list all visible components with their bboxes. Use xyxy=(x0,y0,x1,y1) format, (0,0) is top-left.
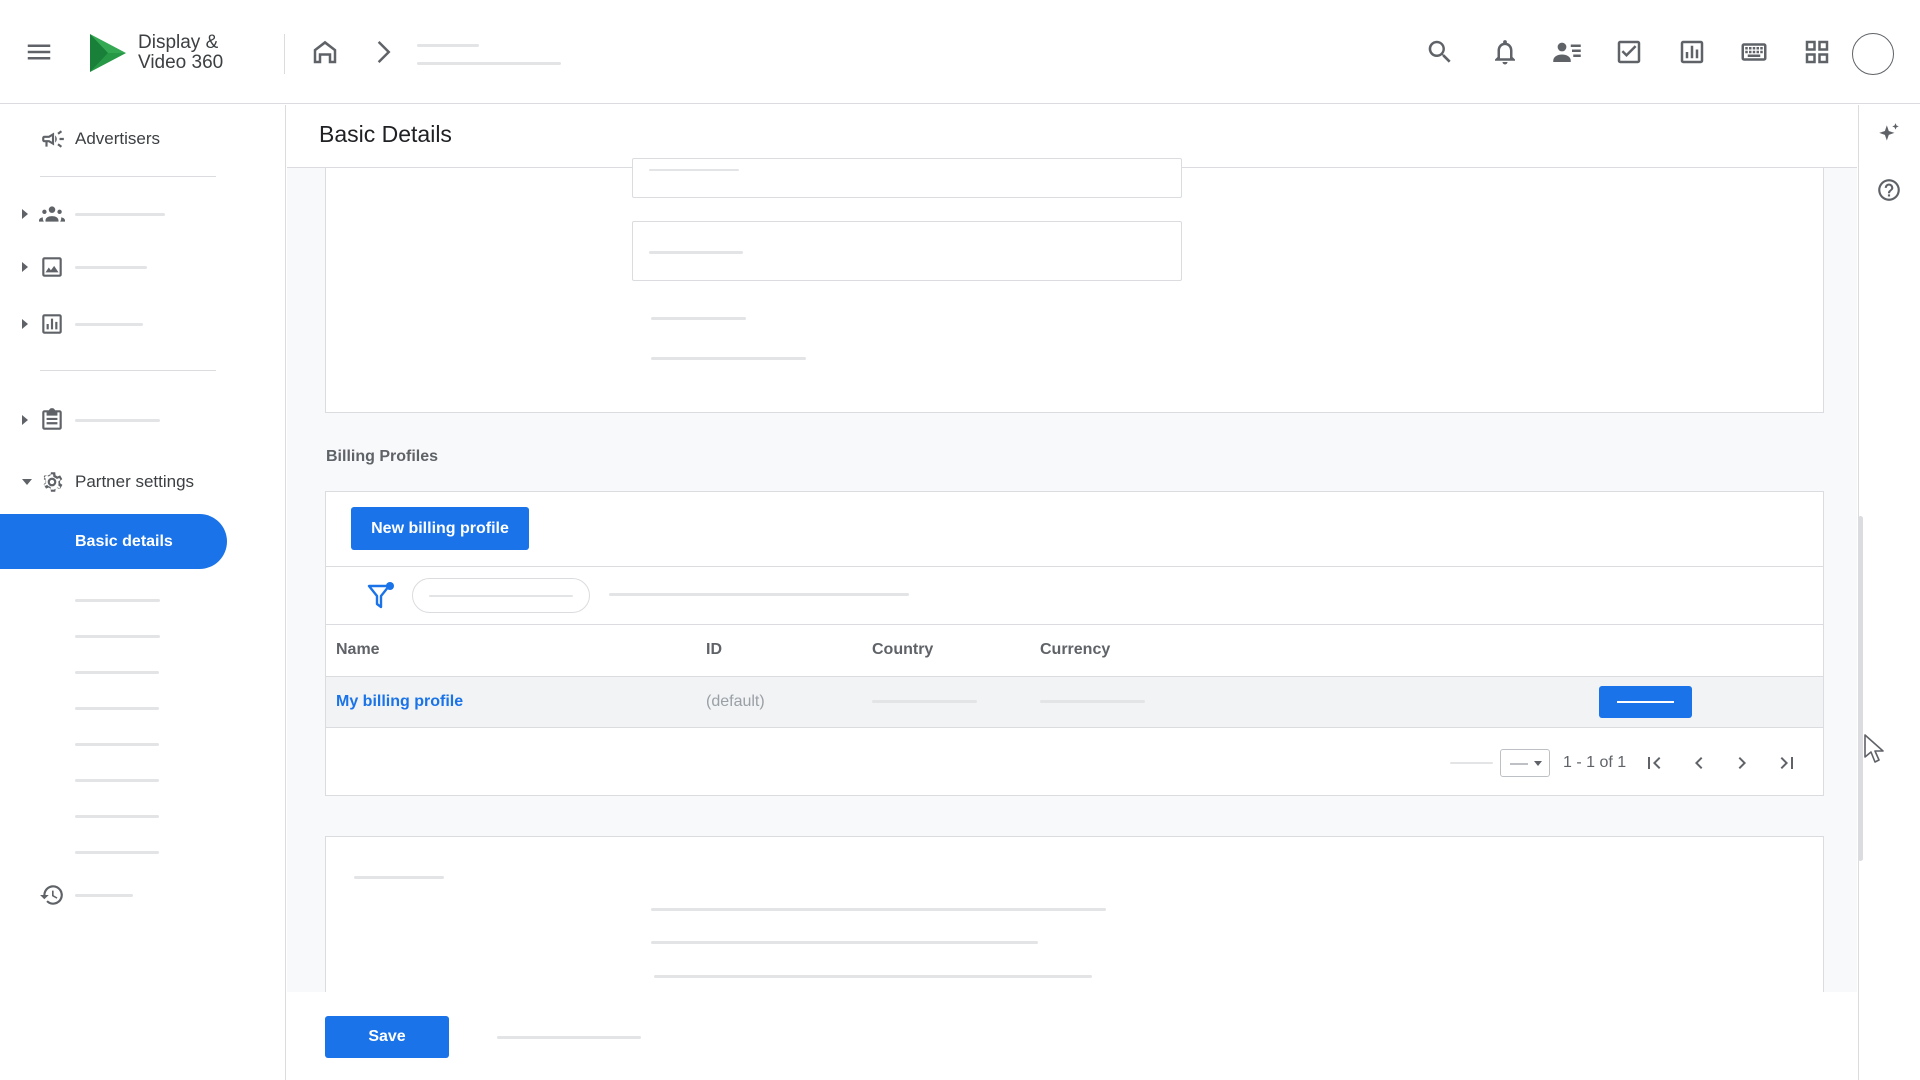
field-value xyxy=(651,357,806,360)
checklist-icon[interactable] xyxy=(1609,32,1649,72)
additional-details-card xyxy=(325,836,1824,996)
card-divider xyxy=(326,566,1823,567)
sidebar-item-label xyxy=(75,894,133,897)
rows-per-page-select[interactable] xyxy=(1500,749,1550,777)
sidebar-subitem[interactable] xyxy=(0,621,286,651)
save-button[interactable]: Save xyxy=(325,1016,449,1058)
sidebar-item-label: Basic details xyxy=(75,532,173,550)
gear-icon xyxy=(39,469,65,495)
sidebar-subitem[interactable] xyxy=(0,837,286,867)
brand-line-1: Display & xyxy=(138,32,219,53)
dv360-logo-icon[interactable] xyxy=(86,32,130,74)
country-value xyxy=(872,700,977,703)
filter-icon[interactable] xyxy=(366,580,396,612)
page-title: Basic Details xyxy=(319,121,452,147)
filter-text xyxy=(609,593,909,596)
sidebar-item-basic-details[interactable]: Basic details xyxy=(0,514,227,569)
last-page-icon[interactable] xyxy=(1773,749,1801,777)
field-value xyxy=(651,908,1106,911)
top-app-bar: Display & Video 360 xyxy=(0,0,1920,104)
collapse-arrow-icon xyxy=(22,479,32,485)
search-icon[interactable] xyxy=(1420,32,1460,72)
filter-chip[interactable] xyxy=(412,578,590,613)
column-header-name[interactable]: Name xyxy=(336,641,380,659)
next-page-icon[interactable] xyxy=(1728,749,1756,777)
history-icon xyxy=(39,882,65,908)
sidebar-subitem[interactable] xyxy=(0,801,286,831)
section-label xyxy=(354,876,444,879)
mouse-cursor-icon xyxy=(1862,733,1892,765)
sidebar-item-groups[interactable] xyxy=(0,194,286,234)
column-header-id[interactable]: ID xyxy=(706,641,722,659)
chevron-right-icon xyxy=(362,32,402,72)
field-value xyxy=(651,317,746,320)
sidebar-divider xyxy=(40,176,216,177)
sidebar-item-label xyxy=(75,323,143,326)
column-header-country[interactable]: Country xyxy=(872,641,933,659)
expand-arrow-icon xyxy=(22,262,28,272)
expand-arrow-icon xyxy=(22,415,28,425)
sidebar-item-reports[interactable] xyxy=(0,304,286,344)
footer-bar xyxy=(287,992,1857,1080)
menu-icon[interactable] xyxy=(19,32,59,72)
help-icon[interactable] xyxy=(1876,177,1904,205)
rows-per-page-label xyxy=(1450,762,1493,764)
footer-note xyxy=(497,1036,641,1039)
field-value xyxy=(651,941,1038,944)
details-card xyxy=(325,158,1824,413)
avatar[interactable] xyxy=(1852,33,1894,75)
home-icon[interactable] xyxy=(305,32,345,72)
megaphone-icon xyxy=(40,126,66,152)
brand-line-2: Video 360 xyxy=(138,52,224,73)
sidebar-item-label xyxy=(75,266,147,269)
groups-icon xyxy=(39,201,65,227)
sidebar-item-tasks[interactable] xyxy=(0,400,286,440)
new-billing-profile-button[interactable]: New billing profile xyxy=(351,507,529,550)
expand-arrow-icon xyxy=(22,319,28,329)
text-field[interactable] xyxy=(632,221,1182,281)
product-name: Display & Video 360 xyxy=(138,33,223,73)
sidebar-item-label: Advertisers xyxy=(75,129,161,148)
sidebar-item-advertisers[interactable]: Advertisers xyxy=(0,119,286,159)
sidebar-subitem[interactable] xyxy=(0,765,286,795)
sidebar: Advertisers Partner settings Basic detai… xyxy=(0,105,286,1080)
account-list-icon[interactable] xyxy=(1547,32,1587,72)
sparkle-icon[interactable] xyxy=(1876,121,1904,149)
breadcrumb[interactable] xyxy=(417,44,562,68)
image-icon xyxy=(39,254,65,280)
billing-profile-id: (default) xyxy=(706,693,765,710)
first-page-icon[interactable] xyxy=(1640,749,1668,777)
keyboard-icon[interactable] xyxy=(1734,32,1774,72)
text-field[interactable] xyxy=(632,158,1182,198)
bar-chart-icon xyxy=(39,311,65,337)
sidebar-item-partner-settings[interactable]: Partner settings xyxy=(0,462,286,502)
sidebar-item-creatives[interactable] xyxy=(0,247,286,287)
apps-grid-icon[interactable] xyxy=(1797,32,1837,72)
column-header-currency[interactable]: Currency xyxy=(1040,641,1110,659)
sidebar-item-label: Partner settings xyxy=(75,472,195,491)
row-action-button[interactable] xyxy=(1599,686,1692,718)
billing-profile-link[interactable]: My billing profile xyxy=(336,693,463,711)
sidebar-subitem[interactable] xyxy=(0,729,286,759)
previous-page-icon[interactable] xyxy=(1685,749,1713,777)
scrollbar[interactable] xyxy=(1858,516,1863,861)
sidebar-item-history[interactable] xyxy=(0,875,286,915)
sidebar-subitem[interactable] xyxy=(0,585,286,615)
sidebar-item-label xyxy=(75,419,160,422)
topbar-divider xyxy=(284,34,285,74)
billing-profiles-heading: Billing Profiles xyxy=(326,448,439,465)
currency-value xyxy=(1040,700,1145,703)
sidebar-subitem[interactable] xyxy=(0,693,286,723)
bell-icon[interactable] xyxy=(1485,32,1525,72)
pagination-range: 1 - 1 of 1 xyxy=(1563,754,1627,771)
report-icon[interactable] xyxy=(1672,32,1712,72)
sidebar-item-label xyxy=(75,213,165,216)
field-value xyxy=(654,975,1092,978)
expand-arrow-icon xyxy=(22,209,28,219)
sidebar-divider xyxy=(40,370,216,371)
right-rail xyxy=(1858,105,1920,1080)
sidebar-subitem[interactable] xyxy=(0,657,286,687)
clipboard-icon xyxy=(39,407,65,433)
card-divider xyxy=(326,624,1823,625)
